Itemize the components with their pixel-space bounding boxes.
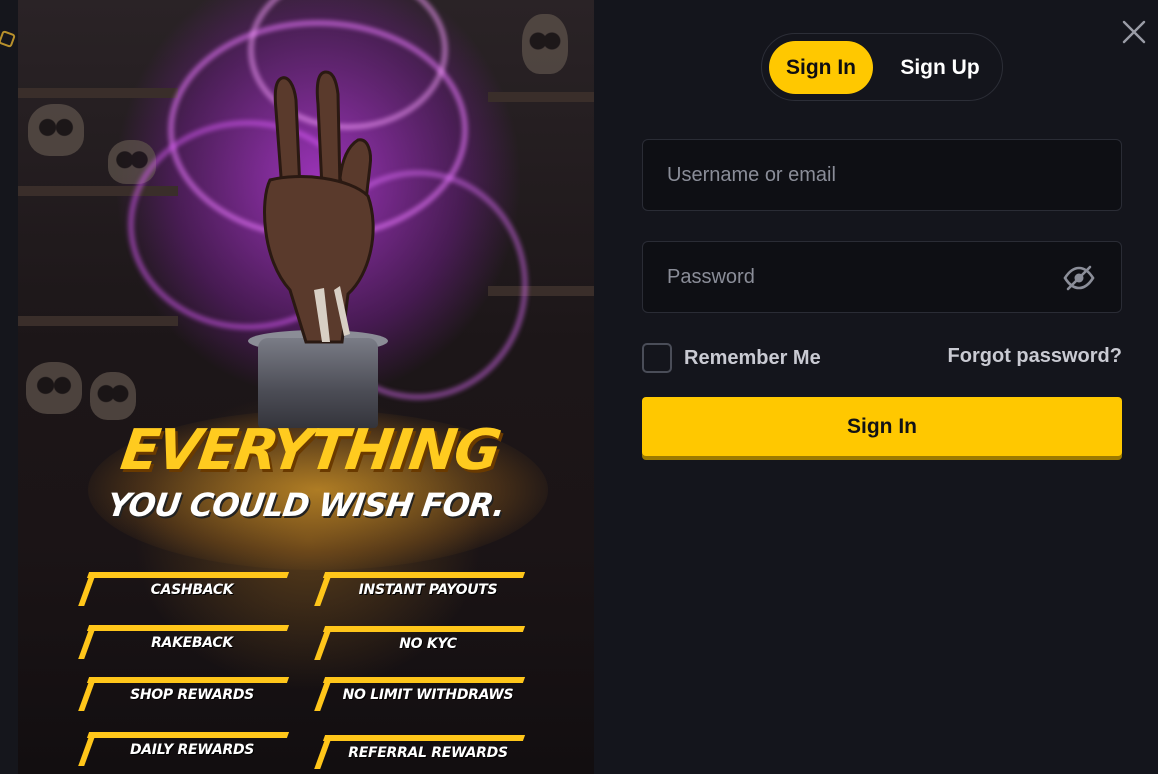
skull-decoration [522,14,568,74]
page-backdrop [0,0,18,774]
close-button[interactable] [1121,19,1147,45]
sign-in-button[interactable]: Sign In [642,397,1122,456]
tab-sign-in[interactable]: Sign In [769,41,873,94]
perk-badge: NO LIMIT WITHDRAWS [318,677,524,713]
skull-decoration [26,362,82,414]
perk-badge: SHOP REWARDS [82,677,288,713]
shelf [18,88,178,98]
perk-badge: RAKEBACK [82,625,288,661]
forgot-password-link[interactable]: Forgot password? [948,345,1122,368]
perk-label: INSTANT PAYOUTS [358,582,498,598]
close-icon [1122,20,1146,44]
perk-label: DAILY REWARDS [129,742,255,758]
perk-label: RAKEBACK [151,635,233,651]
perk-badge: DAILY REWARDS [82,732,288,768]
perk-label: CASHBACK [150,582,234,598]
zombie-hand-illustration [263,70,375,344]
perk-badge: INSTANT PAYOUTS [318,572,524,608]
perk-badge: REFERRAL REWARDS [318,735,524,771]
remember-me-label: Remember Me [684,346,821,369]
perk-label: SHOP REWARDS [130,687,254,703]
auth-tab-switcher: Sign In Sign Up [761,33,1003,101]
password-input[interactable] [643,242,1121,312]
perk-label: REFERRAL REWARDS [348,745,508,761]
promo-subheadline: YOU COULD WISH FOR. [104,486,508,524]
perk-label: NO KYC [399,636,457,652]
promo-panel: EVERYTHING YOU COULD WISH FOR. CASHBACK … [18,0,594,774]
skull-decoration [28,104,84,156]
eye-slash-icon [1063,265,1095,291]
skull-decoration [90,372,136,420]
logo-icon [0,30,16,48]
perk-badge: NO KYC [318,626,524,662]
perk-badge: CASHBACK [82,572,288,608]
remember-me-option[interactable]: Remember Me [642,343,821,373]
pedestal [258,338,378,428]
username-input[interactable] [643,140,1121,210]
promo-headline: EVERYTHING [116,418,504,483]
toggle-password-visibility-button[interactable] [1063,264,1095,292]
tab-sign-up[interactable]: Sign Up [884,41,996,94]
perk-label: NO LIMIT WITHDRAWS [342,687,514,703]
remember-me-checkbox[interactable] [642,343,672,373]
shelf [18,316,178,326]
password-field [642,241,1122,313]
username-field [642,139,1122,211]
shelf [488,92,594,102]
